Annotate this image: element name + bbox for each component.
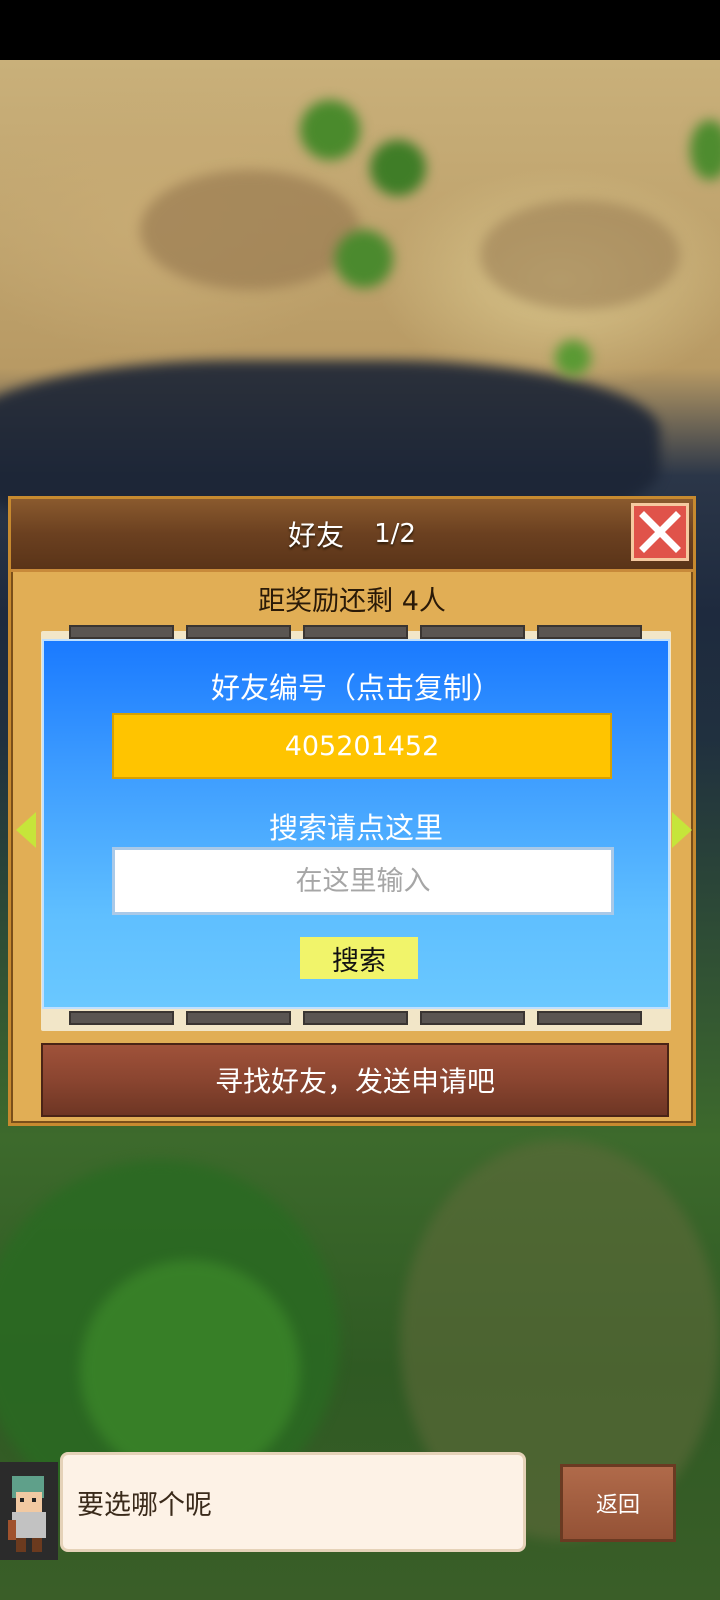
- character-message-text: 要选哪个呢: [77, 1489, 212, 1521]
- tree-icon: [690, 120, 720, 180]
- map-forest: [80, 1260, 300, 1480]
- character-message-box: 要选哪个呢: [60, 1452, 526, 1552]
- friend-slot[interactable]: [186, 1011, 291, 1025]
- friends-dialog: 好友 1/2 距奖励还剩 4人 好友编号（点击复制） 405201452 搜索请…: [8, 496, 696, 1126]
- tree-icon: [300, 100, 360, 160]
- friend-slot[interactable]: [420, 1011, 525, 1025]
- friend-id-label: 好友编号（点击复制）: [210, 671, 501, 705]
- friend-slot[interactable]: [186, 625, 291, 639]
- page-indicator: 1/2: [374, 519, 416, 549]
- arrow-right-icon[interactable]: [672, 812, 692, 848]
- reward-remaining-text: 距奖励还剩 4人: [258, 586, 446, 617]
- character-avatar: [0, 1462, 58, 1560]
- arrow-left-icon[interactable]: [16, 812, 36, 848]
- map-path: [140, 170, 360, 290]
- map-path: [480, 200, 680, 310]
- friend-id-copy-button[interactable]: 405201452: [112, 713, 612, 779]
- close-x-icon: [639, 511, 681, 553]
- search-button[interactable]: 搜索: [300, 937, 418, 979]
- friend-slot[interactable]: [303, 625, 408, 639]
- friend-slot[interactable]: [303, 1011, 408, 1025]
- friend-search-panel: 好友编号（点击复制） 405201452 搜索请点这里 搜索: [42, 639, 670, 1009]
- find-friends-bar: 寻找好友，发送申请吧: [41, 1043, 669, 1117]
- close-button[interactable]: [631, 503, 689, 561]
- dialog-title: 好友 1/2: [11, 499, 693, 569]
- friend-slot[interactable]: [537, 1011, 642, 1025]
- tree-icon: [335, 230, 393, 288]
- character-sprite-icon: [8, 1476, 46, 1552]
- friend-slot[interactable]: [537, 625, 642, 639]
- friend-slot[interactable]: [420, 625, 525, 639]
- tree-icon: [370, 140, 426, 196]
- search-label: 搜索请点这里: [268, 811, 443, 845]
- friend-search-input[interactable]: [112, 847, 614, 915]
- friend-slot[interactable]: [69, 1011, 174, 1025]
- back-button[interactable]: 返回: [560, 1464, 676, 1542]
- status-bar: [0, 0, 720, 60]
- dialog-title-text: 好友: [288, 519, 345, 552]
- tree-icon: [555, 340, 591, 376]
- friend-slot[interactable]: [69, 625, 174, 639]
